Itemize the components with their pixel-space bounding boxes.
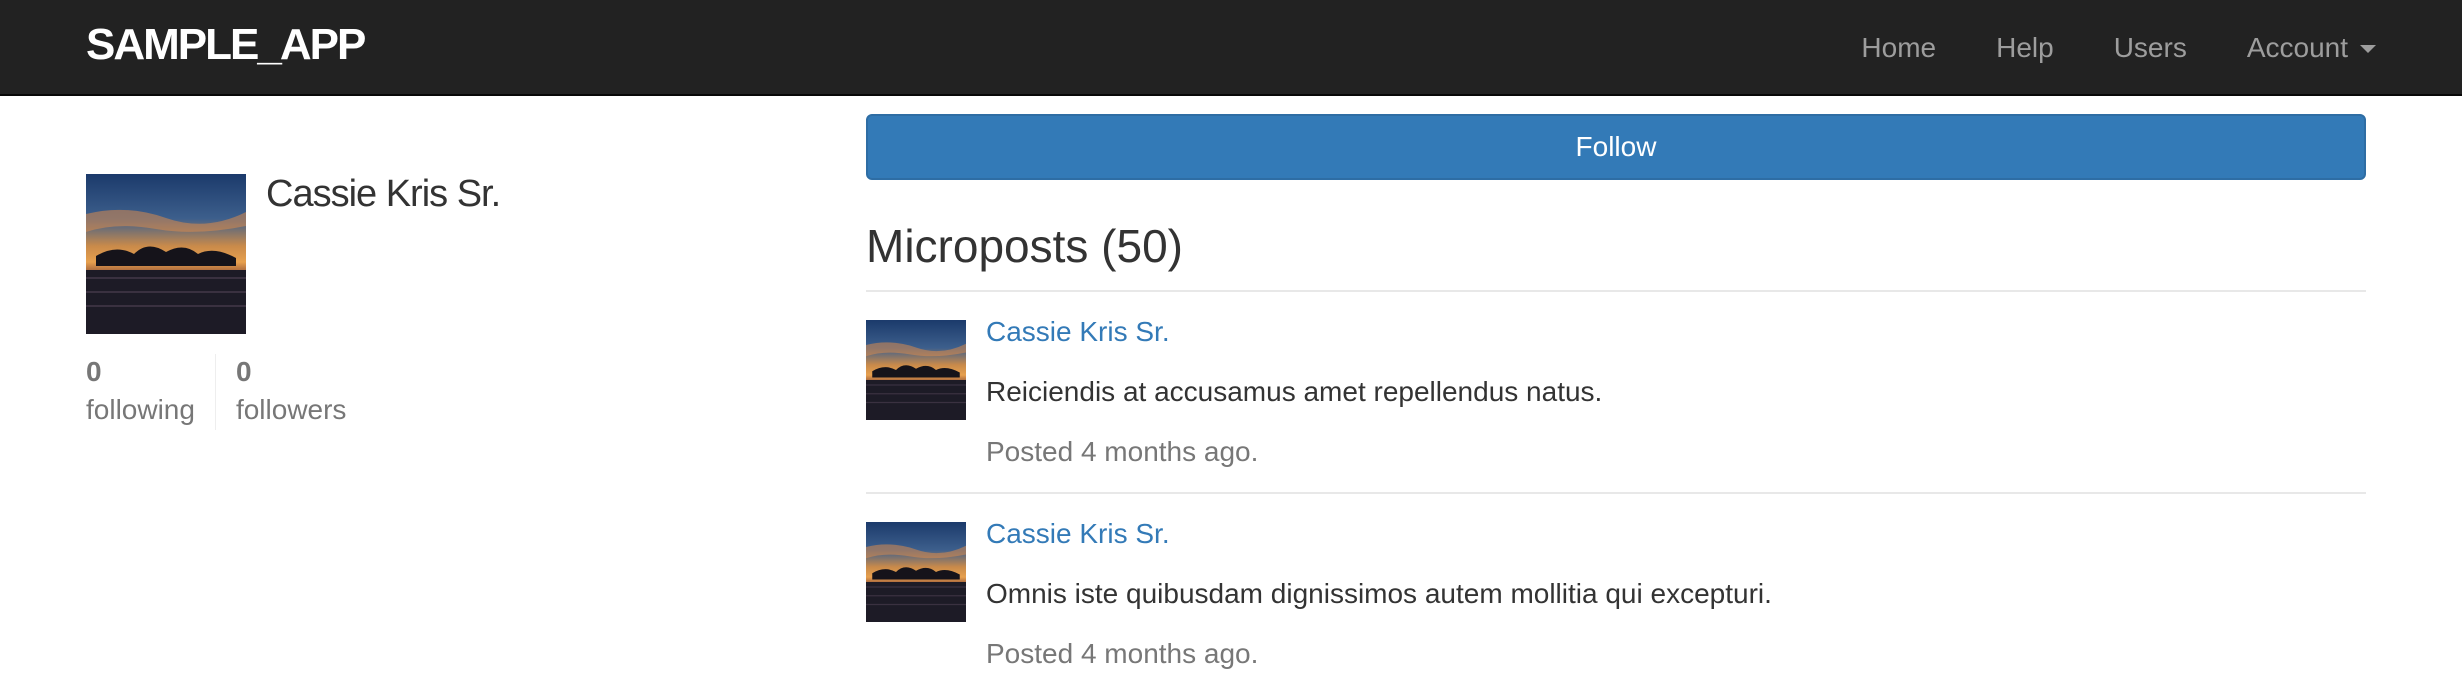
follow-button[interactable]: Follow [866, 114, 2366, 180]
following-stat[interactable]: 0 following [86, 354, 216, 430]
micropost-item: Cassie Kris Sr. Omnis iste quibusdam dig… [866, 492, 2366, 694]
profile-gravatar [86, 174, 246, 334]
navbar: sample_app Home Help Users Account [0, 0, 2462, 96]
nav-account-label: Account [2246, 32, 2348, 63]
nav-users-link[interactable]: Users [2114, 32, 2187, 64]
followers-stat[interactable]: 0 followers [216, 354, 346, 430]
main-column: Follow Microposts (50) Cassie Kris Sr. R… [866, 114, 2366, 669]
follow-stats: 0 following 0 followers [86, 354, 346, 430]
micropost-content: Omnis iste quibusdam dignissimos autem m… [986, 578, 1772, 609]
nav-links: Home Help Users Account [1801, 0, 2376, 96]
profile-name: Cassie Kris Sr. [266, 173, 501, 215]
following-label: following [86, 394, 195, 425]
micropost-content: Reiciendis at accusamus amet repellendus… [986, 376, 1603, 407]
following-count: 0 [86, 356, 102, 387]
followers-count: 0 [235, 356, 252, 387]
microposts-heading: Microposts (50) [866, 220, 1183, 272]
micropost-user-link[interactable]: Cassie Kris Sr. [986, 314, 1170, 350]
micropost-timestamp: Posted 4 months ago. [986, 638, 1259, 669]
nav-help-link[interactable]: Help [1996, 32, 2054, 64]
microposts-list: Cassie Kris Sr. Reiciendis at accusamus … [866, 290, 2366, 694]
micropost-gravatar[interactable] [866, 522, 966, 622]
micropost-gravatar[interactable] [866, 320, 966, 420]
micropost-item: Cassie Kris Sr. Reiciendis at accusamus … [866, 290, 2366, 492]
followers-label: followers [235, 394, 347, 425]
nav-home-link[interactable]: Home [1861, 32, 1936, 64]
logo[interactable]: sample_app [86, 17, 366, 73]
nav-account-dropdown[interactable]: Account [2247, 32, 2376, 64]
micropost-timestamp: Posted 4 months ago. [986, 436, 1259, 467]
micropost-user-link[interactable]: Cassie Kris Sr. [986, 516, 1170, 552]
caret-down-icon [2360, 45, 2376, 53]
